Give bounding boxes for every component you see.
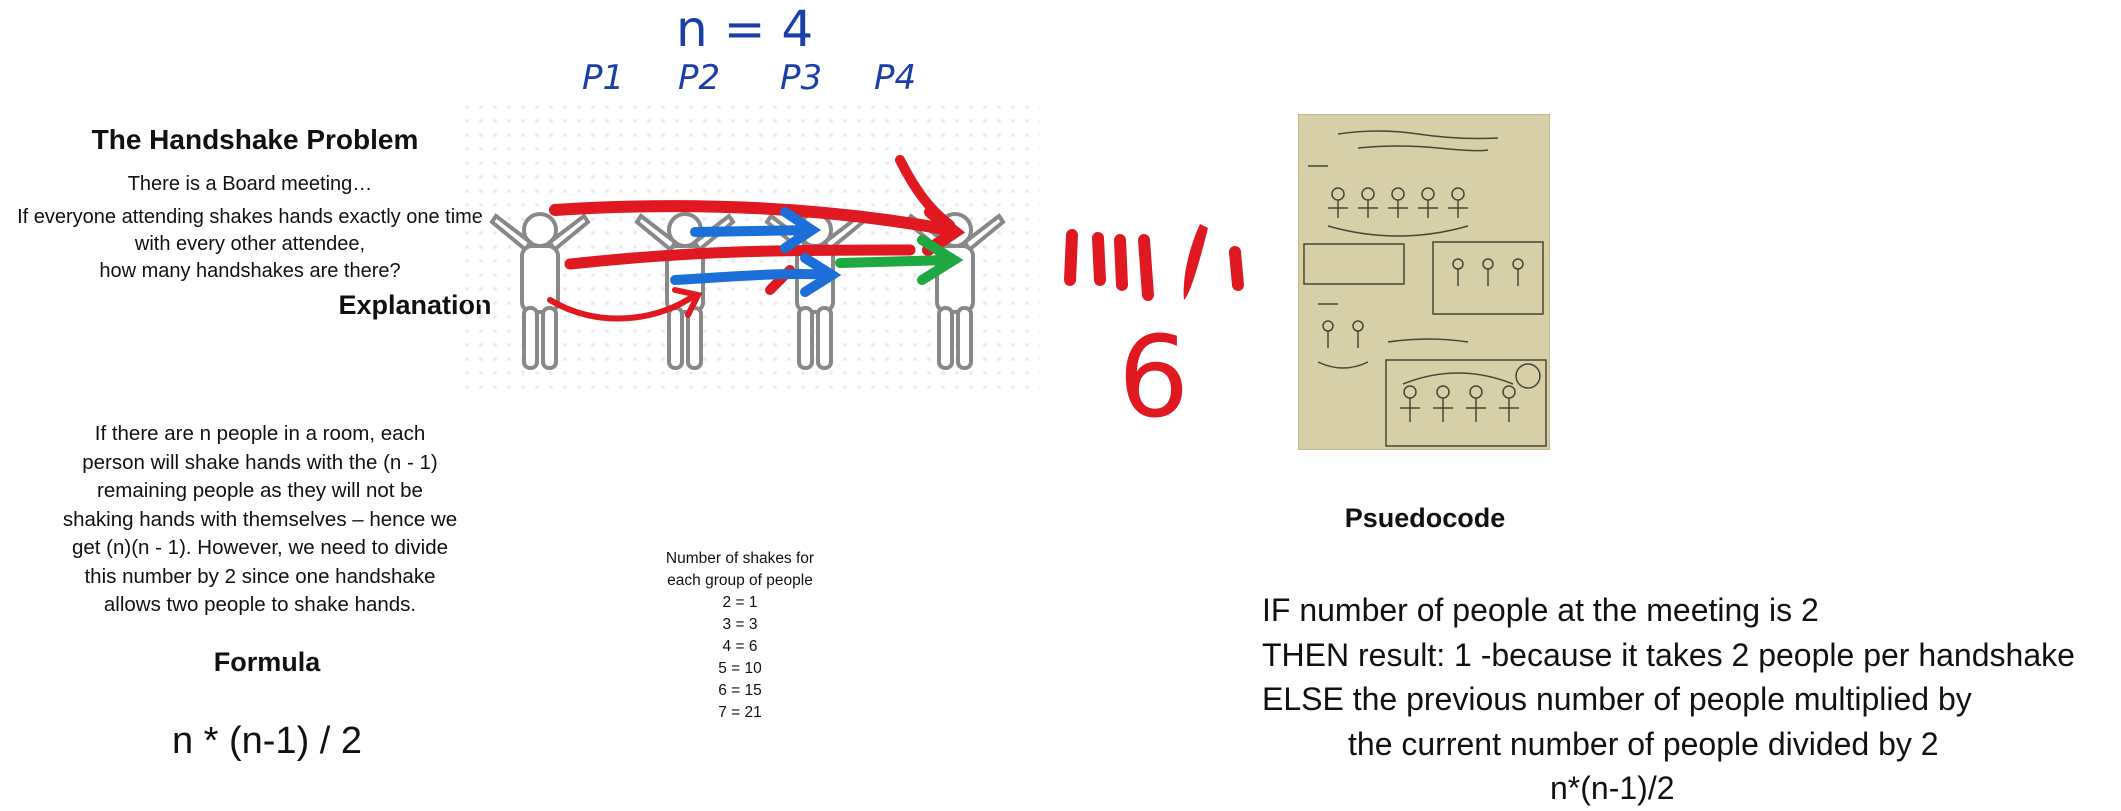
explanation-line: allows two people to shake hands. [103, 593, 417, 616]
person-label-p3: P3 [780, 58, 823, 98]
n-equals-annotation: n = 4 [676, 0, 814, 58]
explanation-line: If there are n people in a room, each [94, 422, 426, 445]
shakes-heading: each group of people [667, 572, 813, 589]
person-label-p1: P1 [582, 58, 625, 98]
shakes-row: 7 = 21 [718, 704, 762, 721]
explanation-line: shaking hands with themselves – hence we [62, 507, 458, 531]
shakes-row: 3 = 3 [722, 616, 758, 633]
person-label-p4: P4 [874, 58, 917, 98]
handwritten-notes-photo [1298, 114, 1550, 450]
handshake-illustration [460, 100, 1040, 390]
shakes-table: Number of shakes for each group of peopl… [640, 548, 840, 724]
pseudocode-heading: Psuedocode [1344, 503, 1506, 533]
explanation-line: this number by 2 since one handshake [84, 564, 436, 588]
explanation-line: get (n)(n - 1). However, we need to divi… [71, 536, 449, 559]
page-title: The Handshake Problem [91, 124, 419, 155]
shakes-row: 6 = 15 [718, 682, 762, 699]
question-line: how many handshakes are there? [99, 260, 401, 282]
explanation-line: person will shake hands with the (n - 1) [82, 450, 438, 474]
explanation-text: If there are n people in a room, each pe… [40, 420, 480, 620]
pseudocode-line: IF number of people at the meeting is 2 [1262, 592, 1819, 628]
subtitle: There is a Board meeting… [127, 173, 373, 195]
question-line: with every other attendee, [134, 233, 366, 255]
shakes-heading: Number of shakes for [665, 550, 815, 567]
formula-expression: n * (n-1) / 2 [171, 720, 363, 762]
pseudocode-line: the current number of people divided by … [1348, 725, 1939, 762]
shakes-row: 4 = 6 [722, 638, 758, 655]
formula-heading: Formula [213, 647, 321, 677]
person-label-p2: P2 [678, 58, 721, 98]
shakes-row: 5 = 10 [718, 660, 762, 677]
pseudocode-line: THEN result: 1 -because it takes 2 peopl… [1262, 636, 2075, 673]
answer-annotation: 6 [1118, 313, 1190, 443]
question-line: If everyone attending shakes hands exact… [17, 206, 483, 228]
question: If everyone attending shakes hands exact… [0, 204, 500, 285]
explanation-line: remaining people as they will not be [97, 479, 423, 502]
shakes-row: 2 = 1 [722, 594, 758, 611]
pseudocode-line: ELSE the previous number of people multi… [1262, 681, 1972, 717]
pseudocode-block: IF number of people at the meeting is 2 … [1262, 588, 2075, 811]
pseudocode-line: n*(n-1)/2 [1550, 770, 1675, 806]
